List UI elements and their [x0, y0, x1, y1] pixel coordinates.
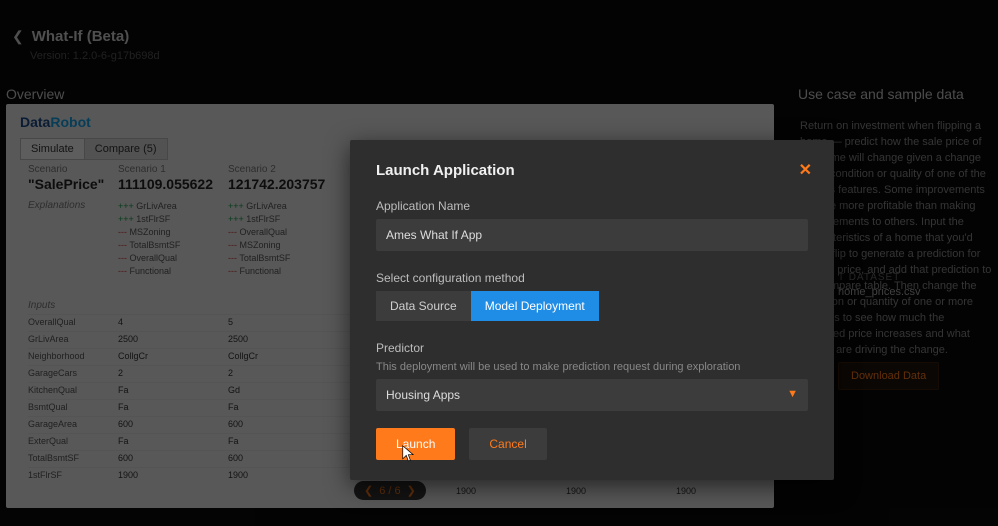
- launch-application-modal: Launch Application ✕ Application Name Se…: [350, 140, 834, 480]
- config-method-segmented: Data Source Model Deployment: [376, 291, 808, 321]
- config-model-deployment[interactable]: Model Deployment: [471, 291, 599, 321]
- app-name-input[interactable]: [376, 219, 808, 251]
- close-icon[interactable]: ✕: [799, 160, 812, 180]
- predictor-label: Predictor: [376, 341, 808, 355]
- modal-title: Launch Application: [376, 162, 808, 179]
- launch-button[interactable]: Launch: [376, 428, 455, 460]
- app-name-label: Application Name: [376, 199, 808, 213]
- predictor-value: Housing Apps: [386, 388, 460, 402]
- predictor-select[interactable]: Housing Apps ▼: [376, 379, 808, 411]
- chevron-down-icon: ▼: [787, 388, 798, 400]
- modal-actions: Launch Cancel: [376, 428, 547, 460]
- config-data-source[interactable]: Data Source: [376, 291, 471, 321]
- cancel-button[interactable]: Cancel: [469, 428, 546, 460]
- predictor-hint: This deployment will be used to make pre…: [376, 361, 808, 373]
- config-method-label: Select configuration method: [376, 271, 808, 285]
